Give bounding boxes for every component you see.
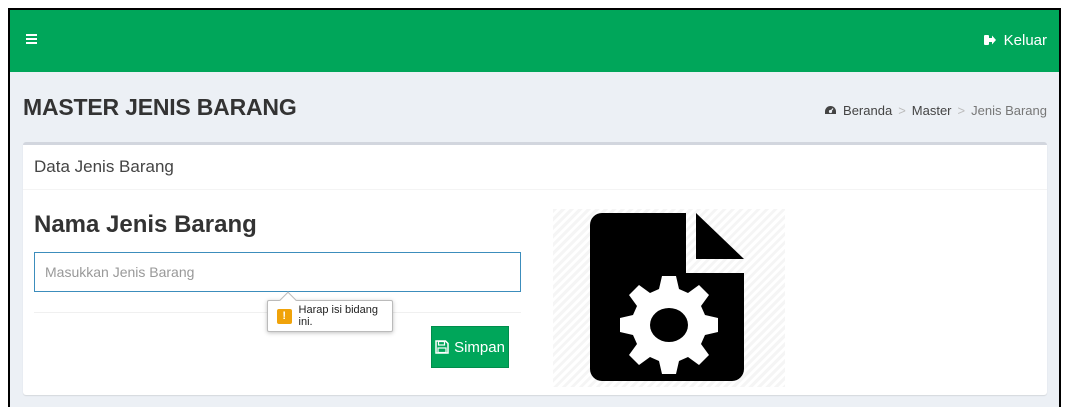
- logout-button[interactable]: Keluar: [983, 30, 1047, 50]
- page-title: MASTER JENIS BARANG: [23, 94, 297, 120]
- dashboard-icon: [825, 106, 837, 114]
- hamburger-icon[interactable]: [26, 34, 37, 45]
- breadcrumb: Beranda > Master > Jenis Barang: [824, 103, 1047, 118]
- app-frame: Keluar MASTER JENIS BARANG Beranda > Mas…: [8, 8, 1061, 407]
- item-type-name-input[interactable]: [34, 252, 521, 292]
- sign-out-icon: [983, 35, 996, 45]
- warning-icon: !: [277, 308, 292, 324]
- breadcrumb-current: Jenis Barang: [971, 103, 1047, 118]
- content-header: MASTER JENIS BARANG Beranda > Master > J…: [10, 72, 1059, 142]
- breadcrumb-master[interactable]: Master: [912, 103, 952, 118]
- file-settings-icon: [590, 213, 744, 381]
- validation-tooltip: ! Harap isi bidang ini.: [267, 300, 393, 332]
- breadcrumb-separator: >: [957, 103, 966, 118]
- form-box: Data Jenis Barang Nama Jenis Barang ! Ha…: [23, 142, 1047, 395]
- save-button-label: Simpan: [454, 338, 505, 356]
- box-title: Data Jenis Barang: [23, 145, 1047, 190]
- field-label: Nama Jenis Barang: [34, 211, 257, 238]
- save-button[interactable]: Simpan: [431, 326, 509, 368]
- validation-message: Harap isi bidang ini.: [298, 304, 379, 328]
- illustration: [553, 209, 785, 387]
- top-navbar: Keluar: [10, 10, 1059, 72]
- breadcrumb-separator: >: [898, 103, 906, 118]
- breadcrumb-home[interactable]: Beranda: [843, 103, 892, 118]
- floppy-disk-icon: [435, 340, 449, 354]
- logout-label: Keluar: [1003, 31, 1047, 49]
